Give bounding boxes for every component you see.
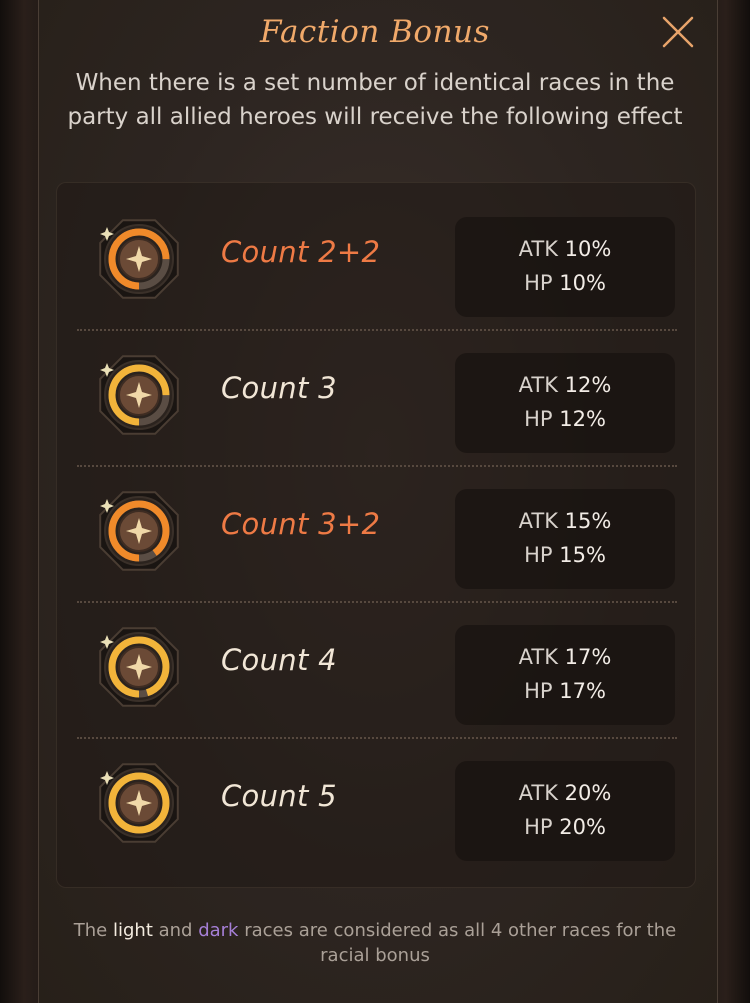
tier-list: Count 2+2 ATK 10% HP 10% Count 3 ATK 12%… (56, 182, 696, 888)
tier-row: Count 3+2 ATK 15% HP 15% (57, 463, 697, 599)
background-left (0, 0, 40, 1003)
stat-box: ATK 20% HP 20% (455, 761, 675, 861)
stat-box: ATK 15% HP 15% (455, 489, 675, 589)
atk-stat: ATK 20% (518, 781, 612, 805)
faction-badge-icon (93, 213, 185, 305)
atk-stat: ATK 12% (518, 373, 612, 397)
tier-count-label: Count 2+2 (221, 235, 381, 269)
faction-badge-icon (93, 349, 185, 441)
tier-row: Count 2+2 ATK 10% HP 10% (57, 191, 697, 327)
dark-race-label: dark (198, 920, 239, 941)
faction-badge-icon (93, 621, 185, 713)
atk-stat: ATK 15% (518, 509, 612, 533)
light-race-label: light (112, 920, 153, 941)
tier-row: Count 4 ATK 17% HP 17% (57, 599, 697, 735)
tier-count-label: Count 4 (221, 643, 337, 677)
tier-count-label: Count 3+2 (221, 507, 381, 541)
hp-stat: HP 15% (524, 543, 606, 567)
atk-stat: ATK 10% (518, 237, 612, 261)
stat-box: ATK 10% HP 10% (455, 217, 675, 317)
faction-badge-icon (93, 757, 185, 849)
description-text: When there is a set number of identical … (67, 70, 683, 130)
tier-row: Count 3 ATK 12% HP 12% (57, 327, 697, 463)
hp-stat: HP 20% (524, 815, 606, 839)
hp-stat: HP 10% (524, 271, 606, 295)
stat-box: ATK 12% HP 12% (455, 353, 675, 453)
tier-count-label: Count 3 (221, 371, 337, 405)
tier-row: Count 5 ATK 20% HP 20% (57, 735, 697, 871)
stat-box: ATK 17% HP 17% (455, 625, 675, 725)
atk-stat: ATK 17% (518, 645, 612, 669)
page-title: Faction Bonus (260, 14, 490, 50)
close-icon (662, 16, 694, 48)
tier-count-label: Count 5 (221, 779, 337, 813)
hp-stat: HP 17% (524, 679, 606, 703)
faction-badge-icon (93, 485, 185, 577)
hp-stat: HP 12% (524, 407, 606, 431)
footer-note: The light and dark races are considered … (73, 920, 677, 966)
close-button[interactable] (656, 10, 700, 54)
